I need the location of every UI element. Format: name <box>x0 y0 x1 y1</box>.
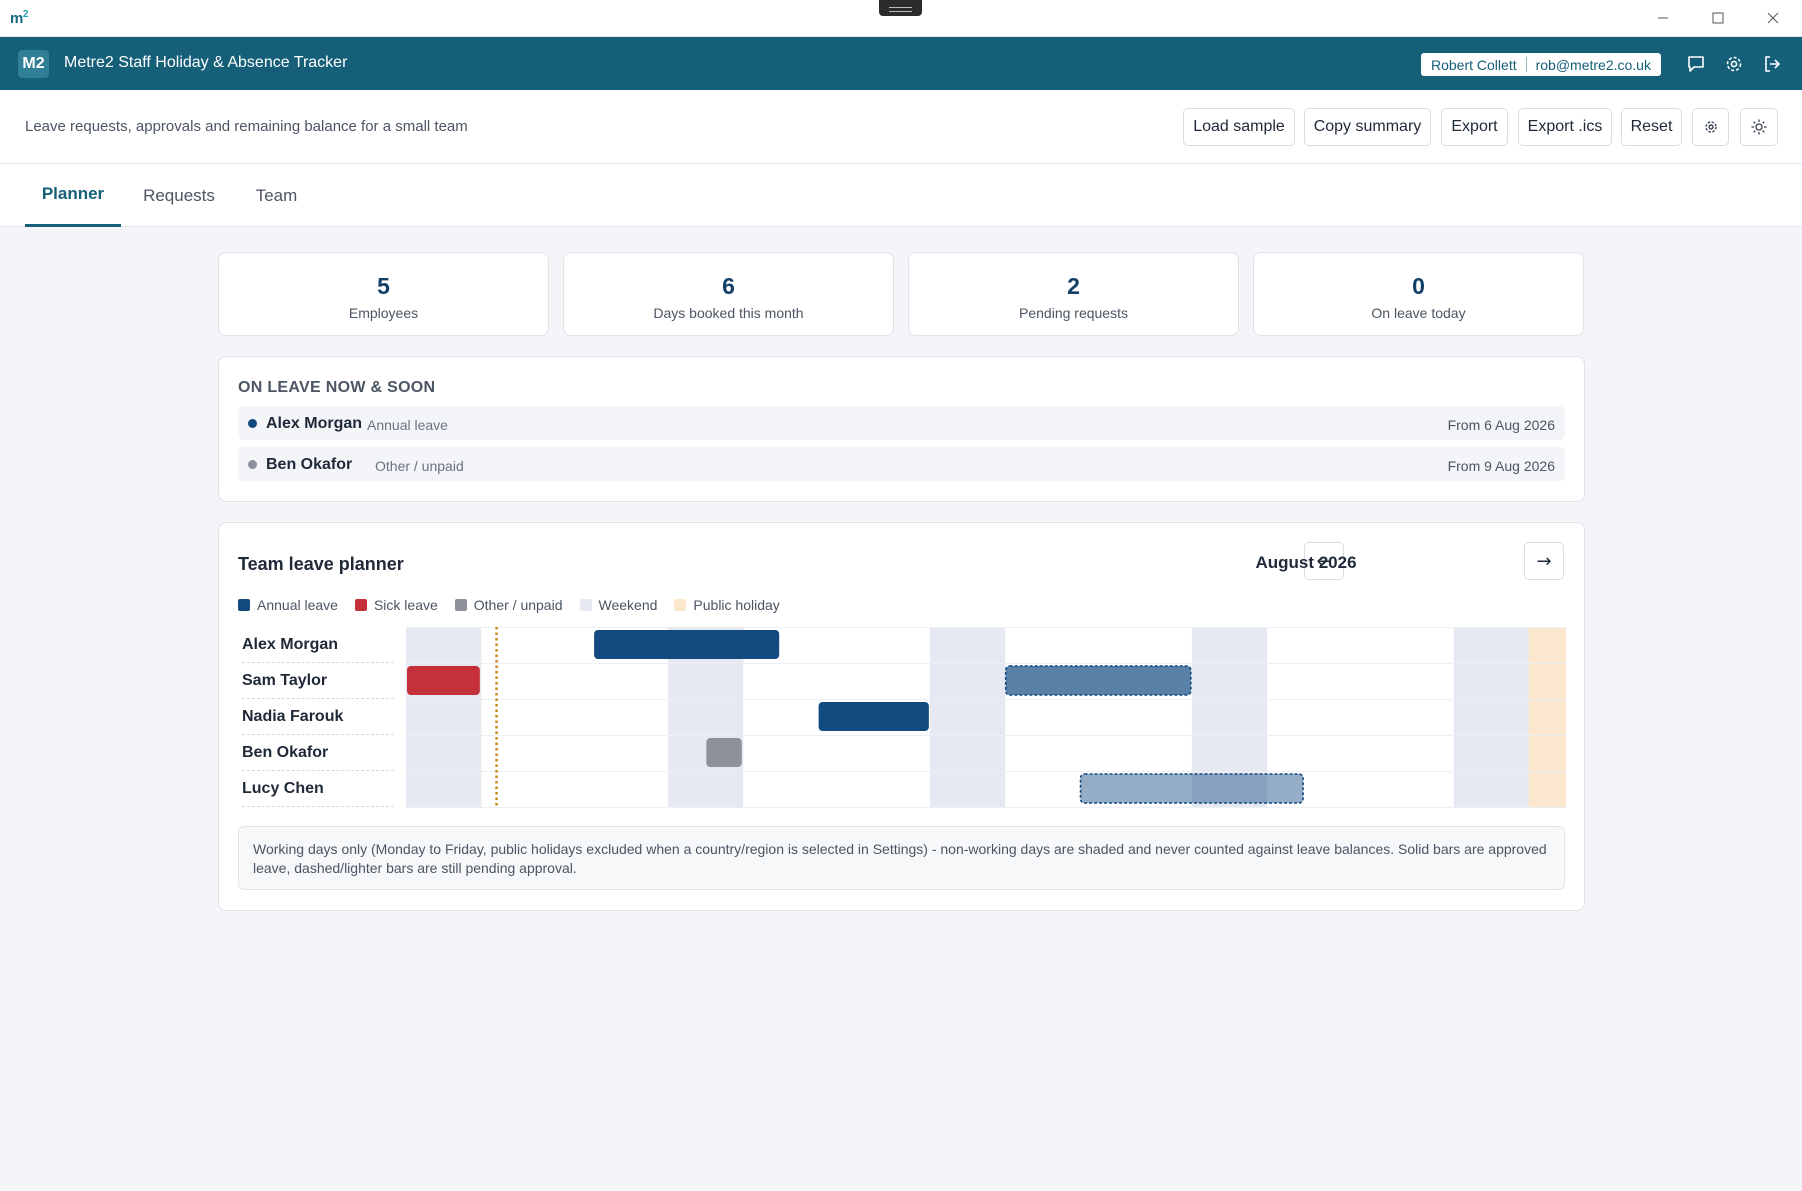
os-title-bar: m2 <box>0 0 1802 37</box>
leave-bar-annual-approved[interactable] <box>594 630 780 659</box>
legend-swatch <box>674 599 687 611</box>
app-logo: m2 <box>10 9 28 27</box>
tab-team[interactable]: Team <box>245 164 308 227</box>
toolbar: Leave requests, approvals and remaining … <box>0 90 1802 164</box>
legend-label: Public holiday <box>693 597 780 613</box>
page-subtitle: Leave requests, approvals and remaining … <box>25 118 468 135</box>
planner-grid <box>406 627 1566 808</box>
leave-date: From 9 Aug 2026 <box>1447 458 1555 474</box>
on-leave-heading: ON LEAVE NOW & SOON <box>238 379 436 396</box>
legend-annual: Annual leave <box>238 597 338 613</box>
legend-swatch <box>354 599 367 611</box>
status-dot <box>248 419 257 428</box>
stat-employees: 5 Employees <box>218 252 549 336</box>
leave-type: Annual leave <box>367 417 448 433</box>
leave-date: From 6 Aug 2026 <box>1447 417 1555 433</box>
stat-on-leave-today: 0 On leave today <box>1253 252 1584 336</box>
load-sample-button[interactable]: Load sample <box>1183 108 1295 146</box>
user-name: Robert Collett <box>1431 56 1517 73</box>
legend-sick: Sick leave <box>354 597 438 613</box>
stat-value: 2 <box>1067 273 1080 299</box>
planner-legend: Annual leave Sick leave Other / unpaid W… <box>238 596 797 614</box>
stat-value: 6 <box>722 273 735 299</box>
planner-row-label: Sam Taylor <box>242 663 394 699</box>
tab-requests[interactable]: Requests <box>134 164 224 227</box>
list-item[interactable]: Ben Okafor Other / unpaid From 9 Aug 202… <box>238 447 1565 481</box>
stat-label: On leave today <box>1371 305 1466 321</box>
leave-type: Other / unpaid <box>375 458 464 474</box>
legend-swatch <box>579 599 592 611</box>
next-month-button[interactable]: → <box>1524 542 1564 580</box>
stat-label: Days booked this month <box>653 305 804 321</box>
leave-employee-name: Ben Okafor <box>266 456 353 473</box>
weekend-column <box>406 627 444 807</box>
legend-label: Other / unpaid <box>473 597 563 613</box>
legend-swatch <box>454 599 467 611</box>
leave-bar-annual-pending[interactable] <box>1004 665 1192 696</box>
chat-icon[interactable] <box>1683 51 1709 77</box>
weekend-column <box>1491 627 1530 807</box>
legend-label: Sick leave <box>373 597 438 613</box>
app-title: Metre2 Staff Holiday & Absence Tracker <box>64 54 348 71</box>
gear-icon[interactable] <box>1721 51 1747 77</box>
copy-summary-button[interactable]: Copy summary <box>1304 108 1431 146</box>
legend-other: Other / unpaid <box>454 597 563 613</box>
stat-value: 0 <box>1412 273 1425 299</box>
planner-row-label: Ben Okafor <box>242 735 394 771</box>
logout-icon[interactable] <box>1759 51 1785 77</box>
leave-bar-other-approved[interactable] <box>706 738 742 767</box>
stat-value: 5 <box>377 273 390 299</box>
user-email: rob@metre2.co.uk <box>1535 56 1651 73</box>
month-label: August 2026 <box>1255 553 1357 572</box>
weekend-column <box>443 627 482 807</box>
close-icon[interactable] <box>1750 4 1796 32</box>
user-account[interactable]: Robert Collett rob@metre2.co.uk <box>1421 53 1661 76</box>
weekend-column <box>1453 627 1492 807</box>
stat-days-booked: 6 Days booked this month <box>563 252 894 336</box>
export-button[interactable]: Export <box>1441 108 1508 146</box>
leave-bar-annual-pending[interactable] <box>1079 773 1304 804</box>
export-ics-button[interactable]: Export .ics <box>1518 108 1612 146</box>
stat-label: Employees <box>348 305 419 321</box>
maximize-icon[interactable] <box>1695 4 1741 32</box>
tab-bar: Planner Requests Team <box>0 164 1802 227</box>
legend-public-holiday: Public holiday <box>674 597 780 613</box>
legend-swatch <box>238 599 250 611</box>
brand-badge: M2 <box>18 50 49 78</box>
legend-label: Annual leave <box>257 597 338 613</box>
leave-employee-name: Alex Morgan <box>266 415 363 432</box>
settings-icon[interactable] <box>1692 108 1729 146</box>
planner-panel: Team leave planner ← August 2026 → Annua… <box>218 522 1585 911</box>
theme-toggle-icon[interactable] <box>1740 108 1778 146</box>
legend-weekend: Weekend <box>579 597 658 613</box>
planner-row-label: Alex Morgan <box>242 627 394 663</box>
public-holiday-column <box>1528 627 1566 807</box>
planner-title: Team leave planner <box>238 554 404 574</box>
app-header: M2 Metre2 Staff Holiday & Absence Tracke… <box>0 37 1802 90</box>
on-leave-panel: ON LEAVE NOW & SOON Alex Morgan Annual l… <box>218 356 1585 502</box>
status-dot <box>248 460 257 469</box>
legend-label: Weekend <box>598 597 658 613</box>
weekend-column <box>929 627 968 807</box>
minimize-icon[interactable] <box>1640 4 1686 32</box>
planner-row-label: Nadia Farouk <box>242 699 394 735</box>
leave-bar-sick-approved[interactable] <box>407 666 480 695</box>
stat-pending-requests: 2 Pending requests <box>908 252 1239 336</box>
user-separator <box>1525 57 1527 72</box>
stat-label: Pending requests <box>1019 305 1128 321</box>
weekend-column <box>967 627 1006 807</box>
leave-bar-annual-approved[interactable] <box>818 702 929 731</box>
tab-planner[interactable]: Planner <box>25 164 121 227</box>
window-grip-handle[interactable] <box>879 0 922 16</box>
planner-note: Working days only (Monday to Friday, pub… <box>238 826 1565 890</box>
list-item[interactable]: Alex Morgan Annual leave From 6 Aug 2026 <box>238 406 1565 440</box>
reset-button[interactable]: Reset <box>1621 108 1682 146</box>
planner-row-label: Lucy Chen <box>242 771 394 807</box>
